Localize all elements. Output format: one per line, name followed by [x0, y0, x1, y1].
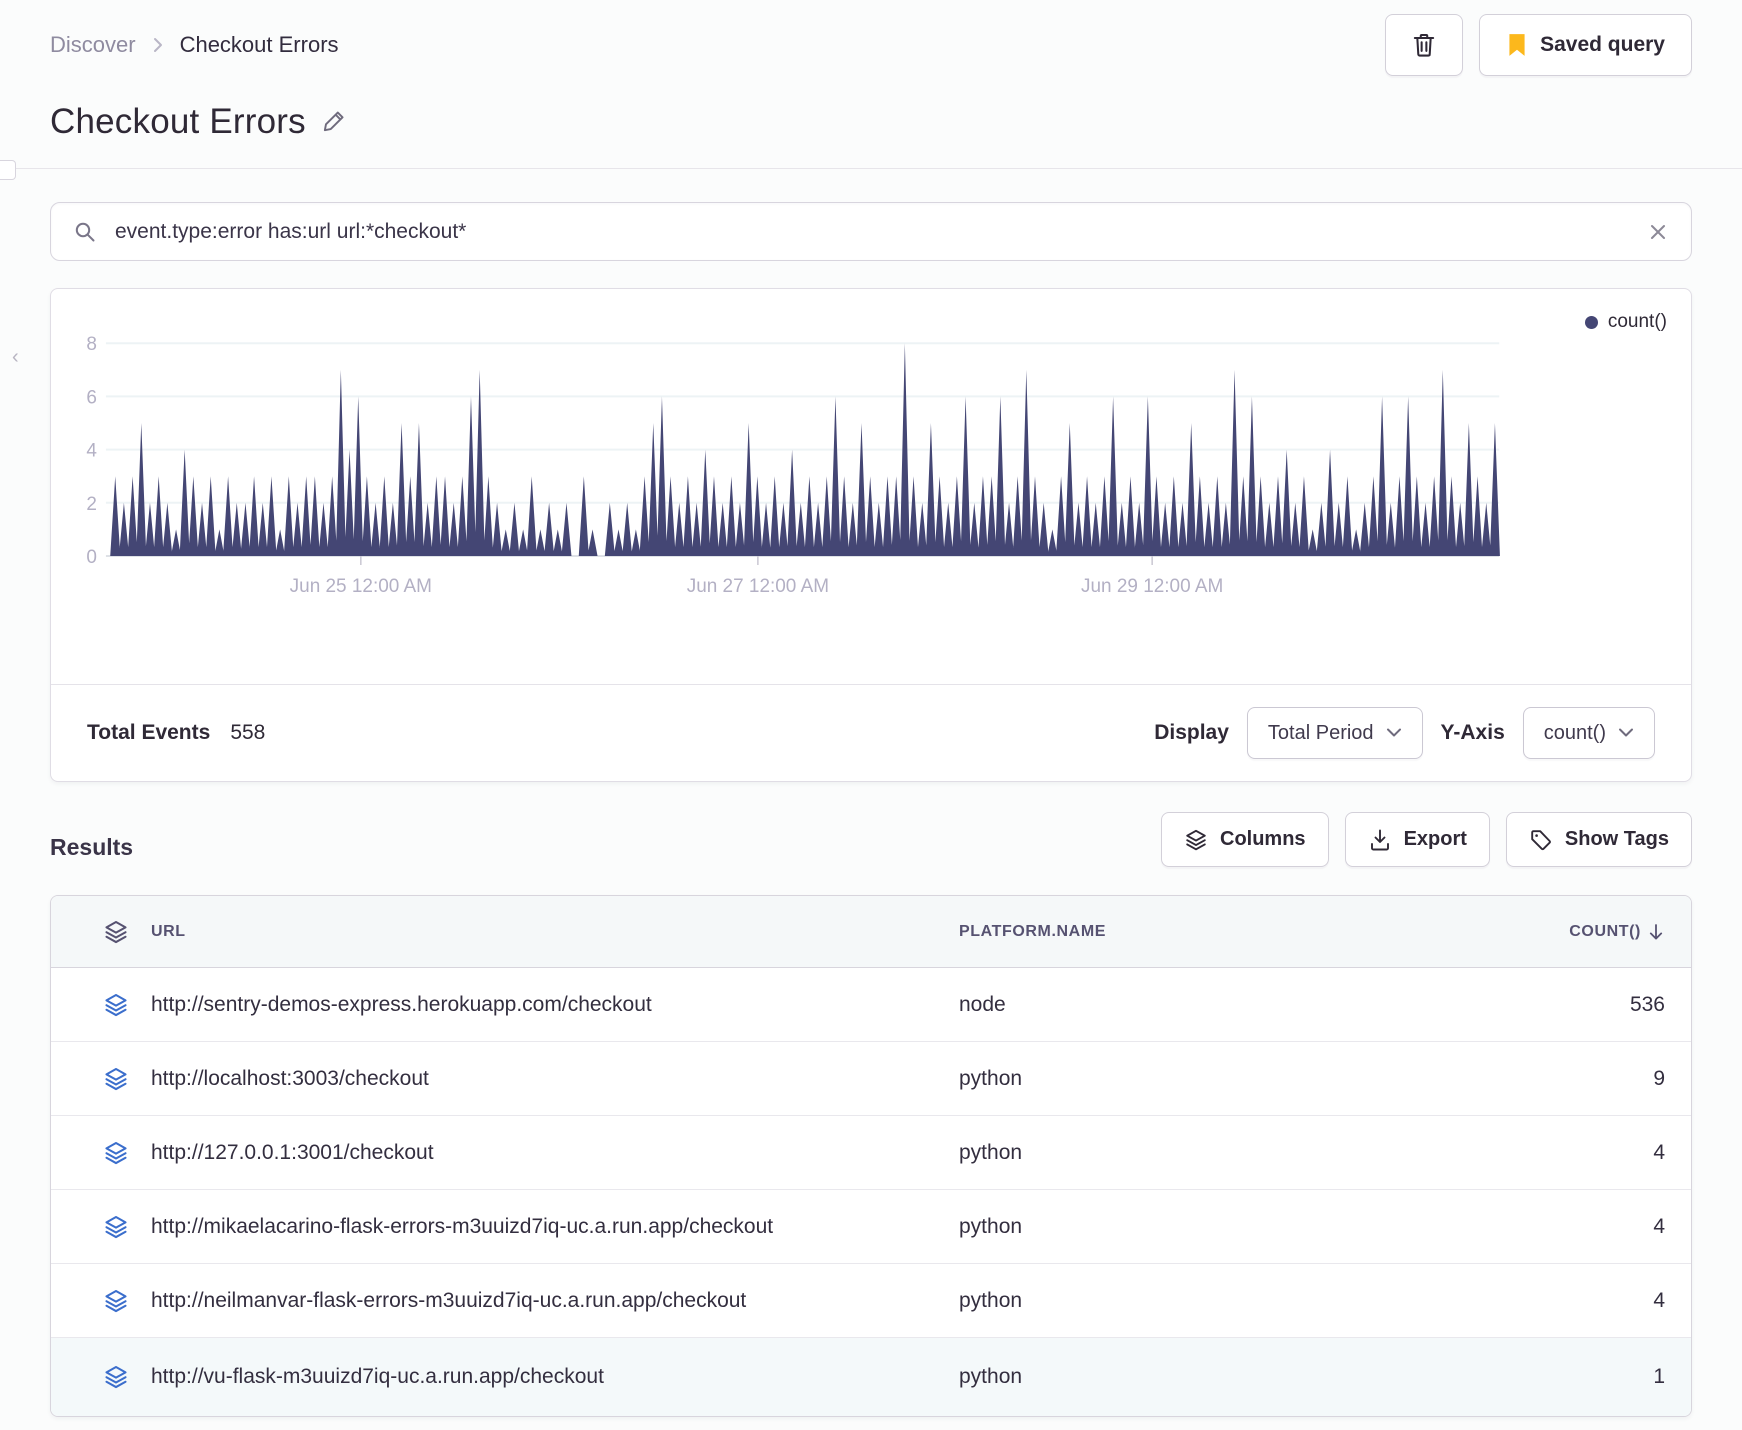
row-count: 1 [1653, 1365, 1665, 1388]
svg-text:8: 8 [86, 334, 97, 355]
chart-area: count() 0 2 4 6 8 Jun 25 12:00 AM Jun 27 12:00… [51, 289, 1691, 684]
svg-text:2: 2 [86, 494, 97, 515]
row-platform: python [959, 1066, 1023, 1090]
page-title: Checkout Errors [50, 102, 306, 141]
trash-icon [1411, 31, 1437, 59]
table-row[interactable]: http://sentry-demos-express.herokuapp.co… [51, 968, 1691, 1042]
table-row[interactable]: http://localhost:3003/checkout python 9 [51, 1042, 1691, 1116]
row-count: 4 [1653, 1140, 1665, 1164]
table-body: http://sentry-demos-express.herokuapp.co… [51, 968, 1691, 1416]
row-platform: python [959, 1365, 1023, 1388]
yaxis-dropdown[interactable]: count() [1522, 707, 1655, 759]
sidebar-toggle-handle[interactable] [0, 160, 16, 180]
export-button[interactable]: Export [1344, 812, 1490, 867]
chevron-down-icon [1386, 727, 1402, 739]
breadcrumb-discover[interactable]: Discover [50, 32, 136, 58]
legend-label: count() [1607, 311, 1667, 332]
search-icon [73, 220, 97, 244]
title-row: Checkout Errors [50, 102, 1692, 142]
stack-icon[interactable] [81, 1066, 151, 1092]
chart-footer: Total Events 558 Display Total Period Y-… [51, 684, 1691, 781]
layers-icon [1184, 828, 1208, 852]
clear-search-icon[interactable] [1647, 221, 1669, 243]
show-tags-button-label: Show Tags [1564, 828, 1669, 850]
total-events-label: Total Events [87, 721, 211, 744]
row-count: 4 [1653, 1288, 1665, 1312]
saved-query-label: Saved query [1540, 33, 1665, 56]
edit-title-pencil-icon[interactable] [322, 108, 348, 136]
row-platform: node [959, 992, 1006, 1016]
results-header: Results Columns Export Show Tags [50, 812, 1692, 867]
row-url: http://mikaelacarino-flask-errors-m3uuiz… [151, 1214, 774, 1238]
stack-icon[interactable] [81, 992, 151, 1018]
svg-text:6: 6 [86, 387, 97, 408]
stack-icon[interactable] [81, 1214, 151, 1240]
columns-button[interactable]: Columns [1161, 812, 1329, 867]
columns-button-label: Columns [1220, 828, 1306, 850]
download-icon [1368, 828, 1392, 852]
row-count: 4 [1653, 1214, 1665, 1238]
page-header: Discover Checkout Errors Saved query [50, 0, 1692, 76]
results-heading: Results [50, 834, 134, 860]
events-area-chart[interactable]: 0 2 4 6 8 Jun 25 12:00 AM Jun 27 12:00 AM Jun 2… [51, 289, 1691, 599]
stack-icon[interactable] [81, 919, 151, 945]
column-header-url[interactable]: URL [151, 923, 959, 941]
panel-collapse-chevron[interactable]: ‹ [12, 346, 19, 369]
svg-text:Jun 29 12:00 AM: Jun 29 12:00 AM [1081, 576, 1223, 597]
svg-text:Jun 27 12:00 AM: Jun 27 12:00 AM [687, 576, 829, 597]
discover-page: Discover Checkout Errors Saved query Che… [0, 0, 1742, 1417]
legend-dot [1584, 315, 1598, 329]
row-platform: python [959, 1140, 1023, 1164]
row-url: http://neilmanvar-flask-errors-m3uuizd7i… [151, 1288, 747, 1312]
table-header-row: URL PLATFORM.NAME COUNT() [51, 896, 1691, 968]
yaxis-label: Y-Axis [1440, 721, 1505, 744]
sort-desc-arrow-icon [1647, 922, 1665, 942]
search-input[interactable] [113, 218, 1631, 245]
results-actions: Columns Export Show Tags [1161, 812, 1692, 867]
chevron-down-icon [1618, 727, 1634, 739]
delete-query-button[interactable] [1385, 14, 1464, 76]
header-actions: Saved query [1385, 14, 1692, 76]
row-count: 9 [1653, 1066, 1665, 1090]
header-divider [0, 160, 1742, 180]
chart-panel: count() 0 2 4 6 8 Jun 25 12:00 AM Jun 27 12:00… [50, 288, 1692, 782]
chart-controls: Display Total Period Y-Axis count() [1154, 707, 1655, 759]
row-count: 536 [1629, 992, 1665, 1016]
tag-icon [1529, 828, 1553, 852]
column-header-platform[interactable]: PLATFORM.NAME [959, 923, 1419, 941]
column-header-count[interactable]: COUNT() [1569, 922, 1665, 942]
svg-text:Jun 25 12:00 AM: Jun 25 12:00 AM [290, 576, 432, 597]
chart-legend[interactable]: count() [1584, 311, 1667, 333]
table-row[interactable]: http://mikaelacarino-flask-errors-m3uuiz… [51, 1190, 1691, 1264]
display-label: Display [1154, 721, 1229, 744]
show-tags-button[interactable]: Show Tags [1505, 812, 1692, 867]
table-row[interactable]: http://neilmanvar-flask-errors-m3uuizd7i… [51, 1264, 1691, 1338]
row-url: http://vu-flask-m3uuizd7iq-uc.a.run.app/… [151, 1365, 604, 1388]
display-dropdown[interactable]: Total Period [1246, 707, 1423, 759]
row-platform: python [959, 1214, 1023, 1238]
row-url: http://localhost:3003/checkout [151, 1066, 429, 1090]
table-row[interactable]: http://vu-flask-m3uuizd7iq-uc.a.run.app/… [51, 1338, 1691, 1416]
breadcrumb: Discover Checkout Errors [50, 32, 339, 58]
breadcrumb-current: Checkout Errors [179, 32, 339, 57]
total-events-value: 558 [230, 721, 266, 744]
svg-text:0: 0 [86, 547, 97, 568]
bookmark-icon [1506, 32, 1528, 58]
export-button-label: Export [1403, 828, 1467, 850]
results-table: URL PLATFORM.NAME COUNT() http://sentry-… [50, 895, 1692, 1417]
stack-icon[interactable] [81, 1288, 151, 1314]
stack-icon[interactable] [81, 1140, 151, 1166]
table-row[interactable]: http://127.0.0.1:3001/checkout python 4 [51, 1116, 1691, 1190]
search-bar [50, 202, 1692, 261]
yaxis-dropdown-value: count() [1543, 721, 1606, 744]
saved-query-button[interactable]: Saved query [1479, 14, 1692, 76]
stack-icon[interactable] [81, 1364, 151, 1390]
row-platform: python [959, 1288, 1023, 1312]
row-url: http://127.0.0.1:3001/checkout [151, 1140, 434, 1164]
svg-text:4: 4 [86, 441, 97, 462]
row-url: http://sentry-demos-express.herokuapp.co… [151, 992, 652, 1016]
chevron-right-icon [150, 34, 166, 56]
display-dropdown-value: Total Period [1267, 721, 1374, 744]
